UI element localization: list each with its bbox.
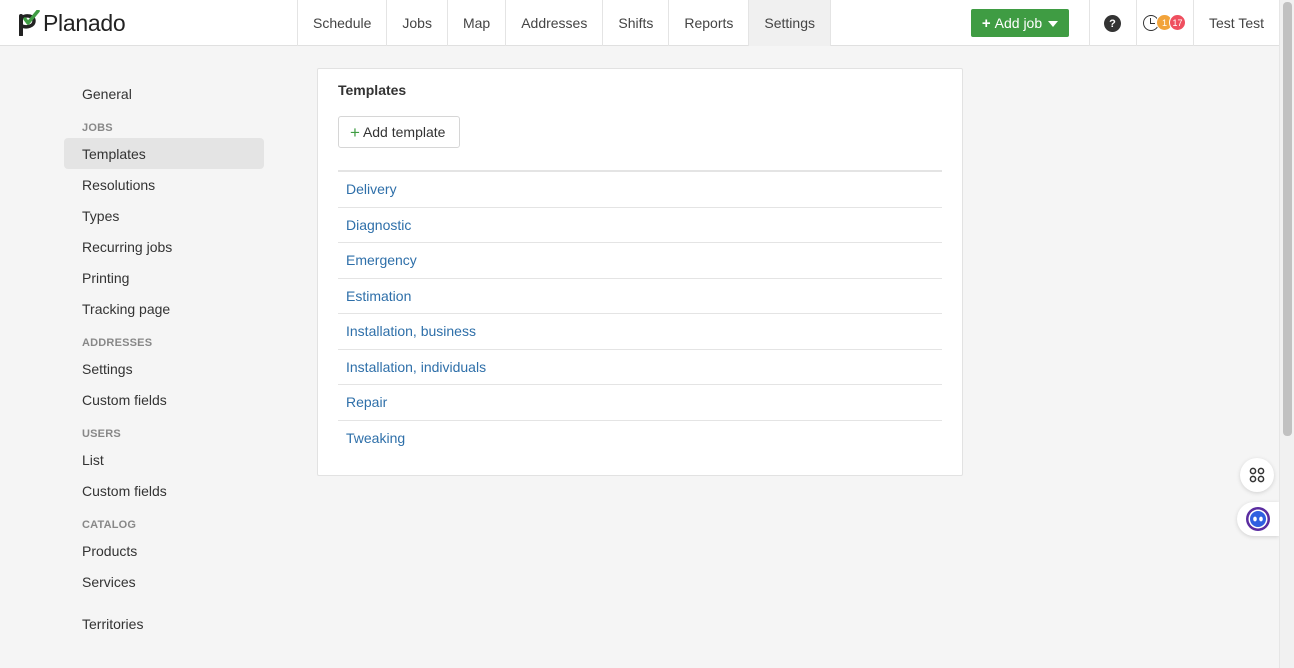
templates-list: Delivery Diagnostic Emergency Estimation…: [338, 170, 942, 456]
main-nav: Schedule Jobs Map Addresses Shifts Repor…: [297, 0, 831, 46]
sidebar-item-services[interactable]: Services: [64, 566, 264, 597]
list-item: Estimation: [338, 279, 942, 314]
list-item: Delivery: [338, 172, 942, 208]
sidebar-item-printing[interactable]: Printing: [64, 262, 264, 293]
top-header: Planado Schedule Jobs Map Addresses Shif…: [0, 0, 1279, 46]
help-icon[interactable]: ?: [1104, 15, 1121, 32]
sidebar-item-users-list[interactable]: List: [64, 444, 264, 475]
planado-logo-icon: [18, 9, 40, 37]
chat-widget-button[interactable]: [1237, 502, 1279, 536]
plus-icon: +: [981, 14, 991, 32]
template-link-emergency[interactable]: Emergency: [346, 252, 417, 268]
notification-badge-red: 17: [1169, 14, 1186, 31]
caret-down-icon: [1048, 21, 1059, 27]
nav-jobs[interactable]: Jobs: [386, 0, 447, 46]
sidebar-item-resolutions[interactable]: Resolutions: [64, 169, 264, 200]
template-link-installation-business[interactable]: Installation, business: [346, 323, 476, 339]
page-scrollbar[interactable]: [1279, 0, 1294, 668]
sidebar-item-territories[interactable]: Territories: [64, 608, 264, 639]
list-item: Emergency: [338, 243, 942, 279]
template-link-delivery[interactable]: Delivery: [346, 181, 397, 197]
sidebar-heading-addresses: ADDRESSES: [82, 337, 153, 349]
user-menu[interactable]: Test Test: [1209, 15, 1264, 31]
list-item: Repair: [338, 385, 942, 421]
list-item: Diagnostic: [338, 208, 942, 243]
notifications-button[interactable]: 1 17: [1143, 14, 1187, 32]
sidebar-item-address-settings[interactable]: Settings: [64, 353, 264, 384]
list-item: Tweaking: [338, 421, 942, 457]
list-item: Installation, individuals: [338, 350, 942, 385]
add-template-button[interactable]: + Add template: [338, 116, 460, 148]
settings-sidebar: General JOBS Templates Resolutions Types…: [64, 78, 264, 639]
grid-icon: [1249, 467, 1265, 483]
brand-logo[interactable]: Planado: [18, 9, 126, 37]
sidebar-heading-users: USERS: [82, 428, 121, 440]
sidebar-item-general[interactable]: General: [64, 78, 264, 109]
scrollbar-thumb[interactable]: [1283, 2, 1292, 436]
add-job-button[interactable]: + Add job: [971, 9, 1069, 37]
sidebar-item-products[interactable]: Products: [64, 535, 264, 566]
page-title: Templates: [338, 82, 407, 98]
sidebar-item-recurring-jobs[interactable]: Recurring jobs: [64, 231, 264, 262]
header-divider: [1193, 0, 1194, 46]
header-divider: [1136, 0, 1137, 46]
nav-map[interactable]: Map: [446, 0, 505, 46]
add-template-label: Add template: [362, 124, 446, 140]
sidebar-item-users-custom-fields[interactable]: Custom fields: [64, 475, 264, 506]
chat-bot-icon: [1246, 507, 1270, 531]
widget-grid-button[interactable]: [1240, 458, 1274, 492]
sidebar-item-tracking-page[interactable]: Tracking page: [64, 293, 264, 324]
nav-settings[interactable]: Settings: [748, 0, 831, 46]
template-link-estimation[interactable]: Estimation: [346, 288, 411, 304]
sidebar-item-address-custom-fields[interactable]: Custom fields: [64, 384, 264, 415]
nav-addresses[interactable]: Addresses: [505, 0, 602, 46]
sidebar-heading-jobs: JOBS: [82, 122, 113, 134]
list-item: Installation, business: [338, 314, 942, 350]
brand-name: Planado: [43, 9, 126, 36]
template-link-diagnostic[interactable]: Diagnostic: [346, 217, 411, 233]
template-link-repair[interactable]: Repair: [346, 394, 387, 410]
sidebar-item-types[interactable]: Types: [64, 200, 264, 231]
nav-shifts[interactable]: Shifts: [602, 0, 668, 46]
templates-card: Templates + Add template Delivery Diagno…: [317, 68, 963, 476]
template-link-tweaking[interactable]: Tweaking: [346, 430, 405, 446]
template-link-installation-individuals[interactable]: Installation, individuals: [346, 359, 486, 375]
add-job-label: Add job: [994, 15, 1043, 31]
header-divider: [1089, 0, 1090, 46]
nav-schedule[interactable]: Schedule: [297, 0, 386, 46]
sidebar-heading-catalog: CATALOG: [82, 519, 137, 531]
plus-icon: +: [350, 122, 360, 142]
sidebar-item-templates[interactable]: Templates: [64, 138, 264, 169]
nav-reports[interactable]: Reports: [668, 0, 748, 46]
